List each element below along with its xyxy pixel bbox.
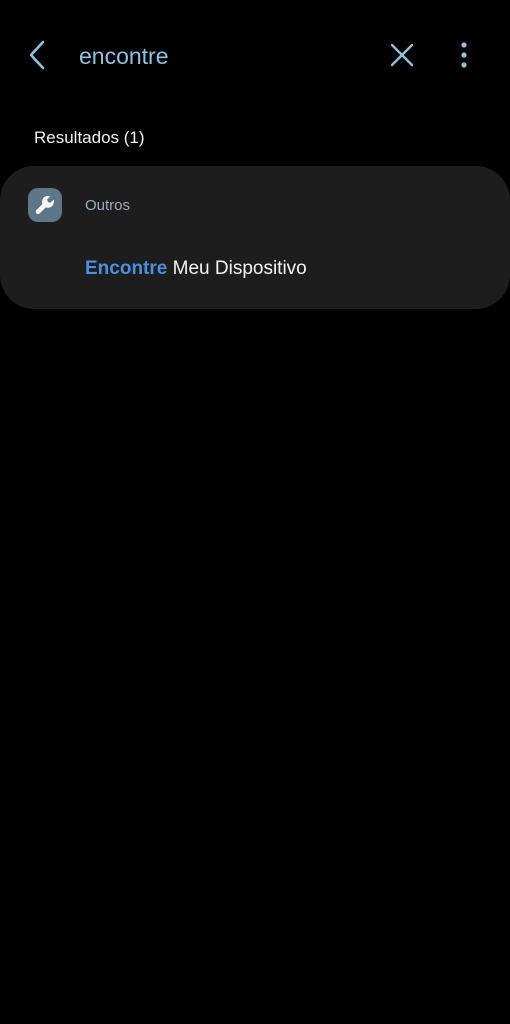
result-group-card: Outros Encontre Meu Dispositivo: [0, 166, 510, 309]
back-button[interactable]: [18, 34, 58, 76]
close-icon: [390, 43, 414, 67]
match-highlight: Encontre: [85, 258, 168, 279]
results-count-header: Resultados (1): [34, 128, 145, 147]
result-item-find-my-device[interactable]: Encontre Meu Dispositivo: [85, 258, 307, 280]
more-vertical-icon: [461, 42, 467, 68]
category-icon-tile: [28, 188, 62, 222]
clear-search-button[interactable]: [382, 34, 422, 76]
search-toolbar: [0, 0, 510, 110]
category-label: Outros: [85, 197, 131, 214]
result-item-title-rest: Meu Dispositivo: [167, 258, 307, 279]
wrench-icon: [35, 195, 54, 215]
chevron-left-icon: [29, 40, 45, 70]
more-options-button[interactable]: [444, 34, 484, 76]
search-input[interactable]: [79, 38, 369, 74]
